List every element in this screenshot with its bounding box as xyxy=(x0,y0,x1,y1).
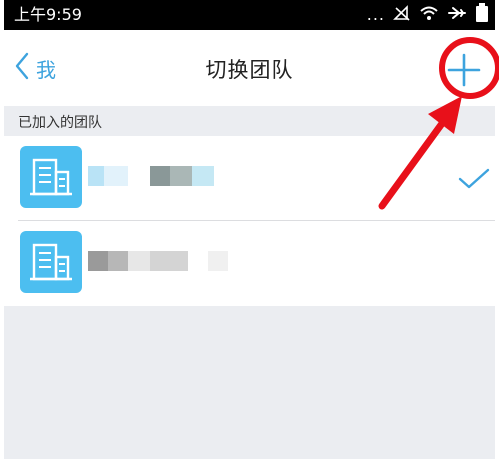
team-avatar xyxy=(20,231,82,293)
add-team-button[interactable] xyxy=(446,52,482,88)
building-icon xyxy=(30,243,72,281)
page-title: 切换团队 xyxy=(205,58,294,82)
status-dots: ... xyxy=(366,5,385,24)
team-list xyxy=(4,136,495,306)
check-icon xyxy=(458,168,490,189)
status-time: 上午9:59 xyxy=(14,5,82,24)
nav-bar: 我 切换团队 xyxy=(4,30,495,106)
section-header: 已加入的团队 xyxy=(4,106,495,136)
team-avatar xyxy=(20,146,82,208)
signal-off-icon xyxy=(393,5,411,25)
plus-icon xyxy=(447,53,481,87)
battery-icon xyxy=(475,3,489,27)
airplane-icon xyxy=(447,5,467,25)
status-icons: ... xyxy=(366,3,489,27)
team-row[interactable] xyxy=(4,136,495,220)
team-row[interactable] xyxy=(4,221,495,305)
wifi-icon xyxy=(419,5,439,25)
phone-screen: 上午9:59 ... 我 切换团队 已加入的团队 xyxy=(4,0,495,459)
status-bar: 上午9:59 ... xyxy=(4,0,495,30)
team-name-redacted xyxy=(88,251,228,271)
team-name-redacted xyxy=(88,166,228,186)
building-icon xyxy=(30,158,72,196)
section-label: 已加入的团队 xyxy=(18,115,102,131)
